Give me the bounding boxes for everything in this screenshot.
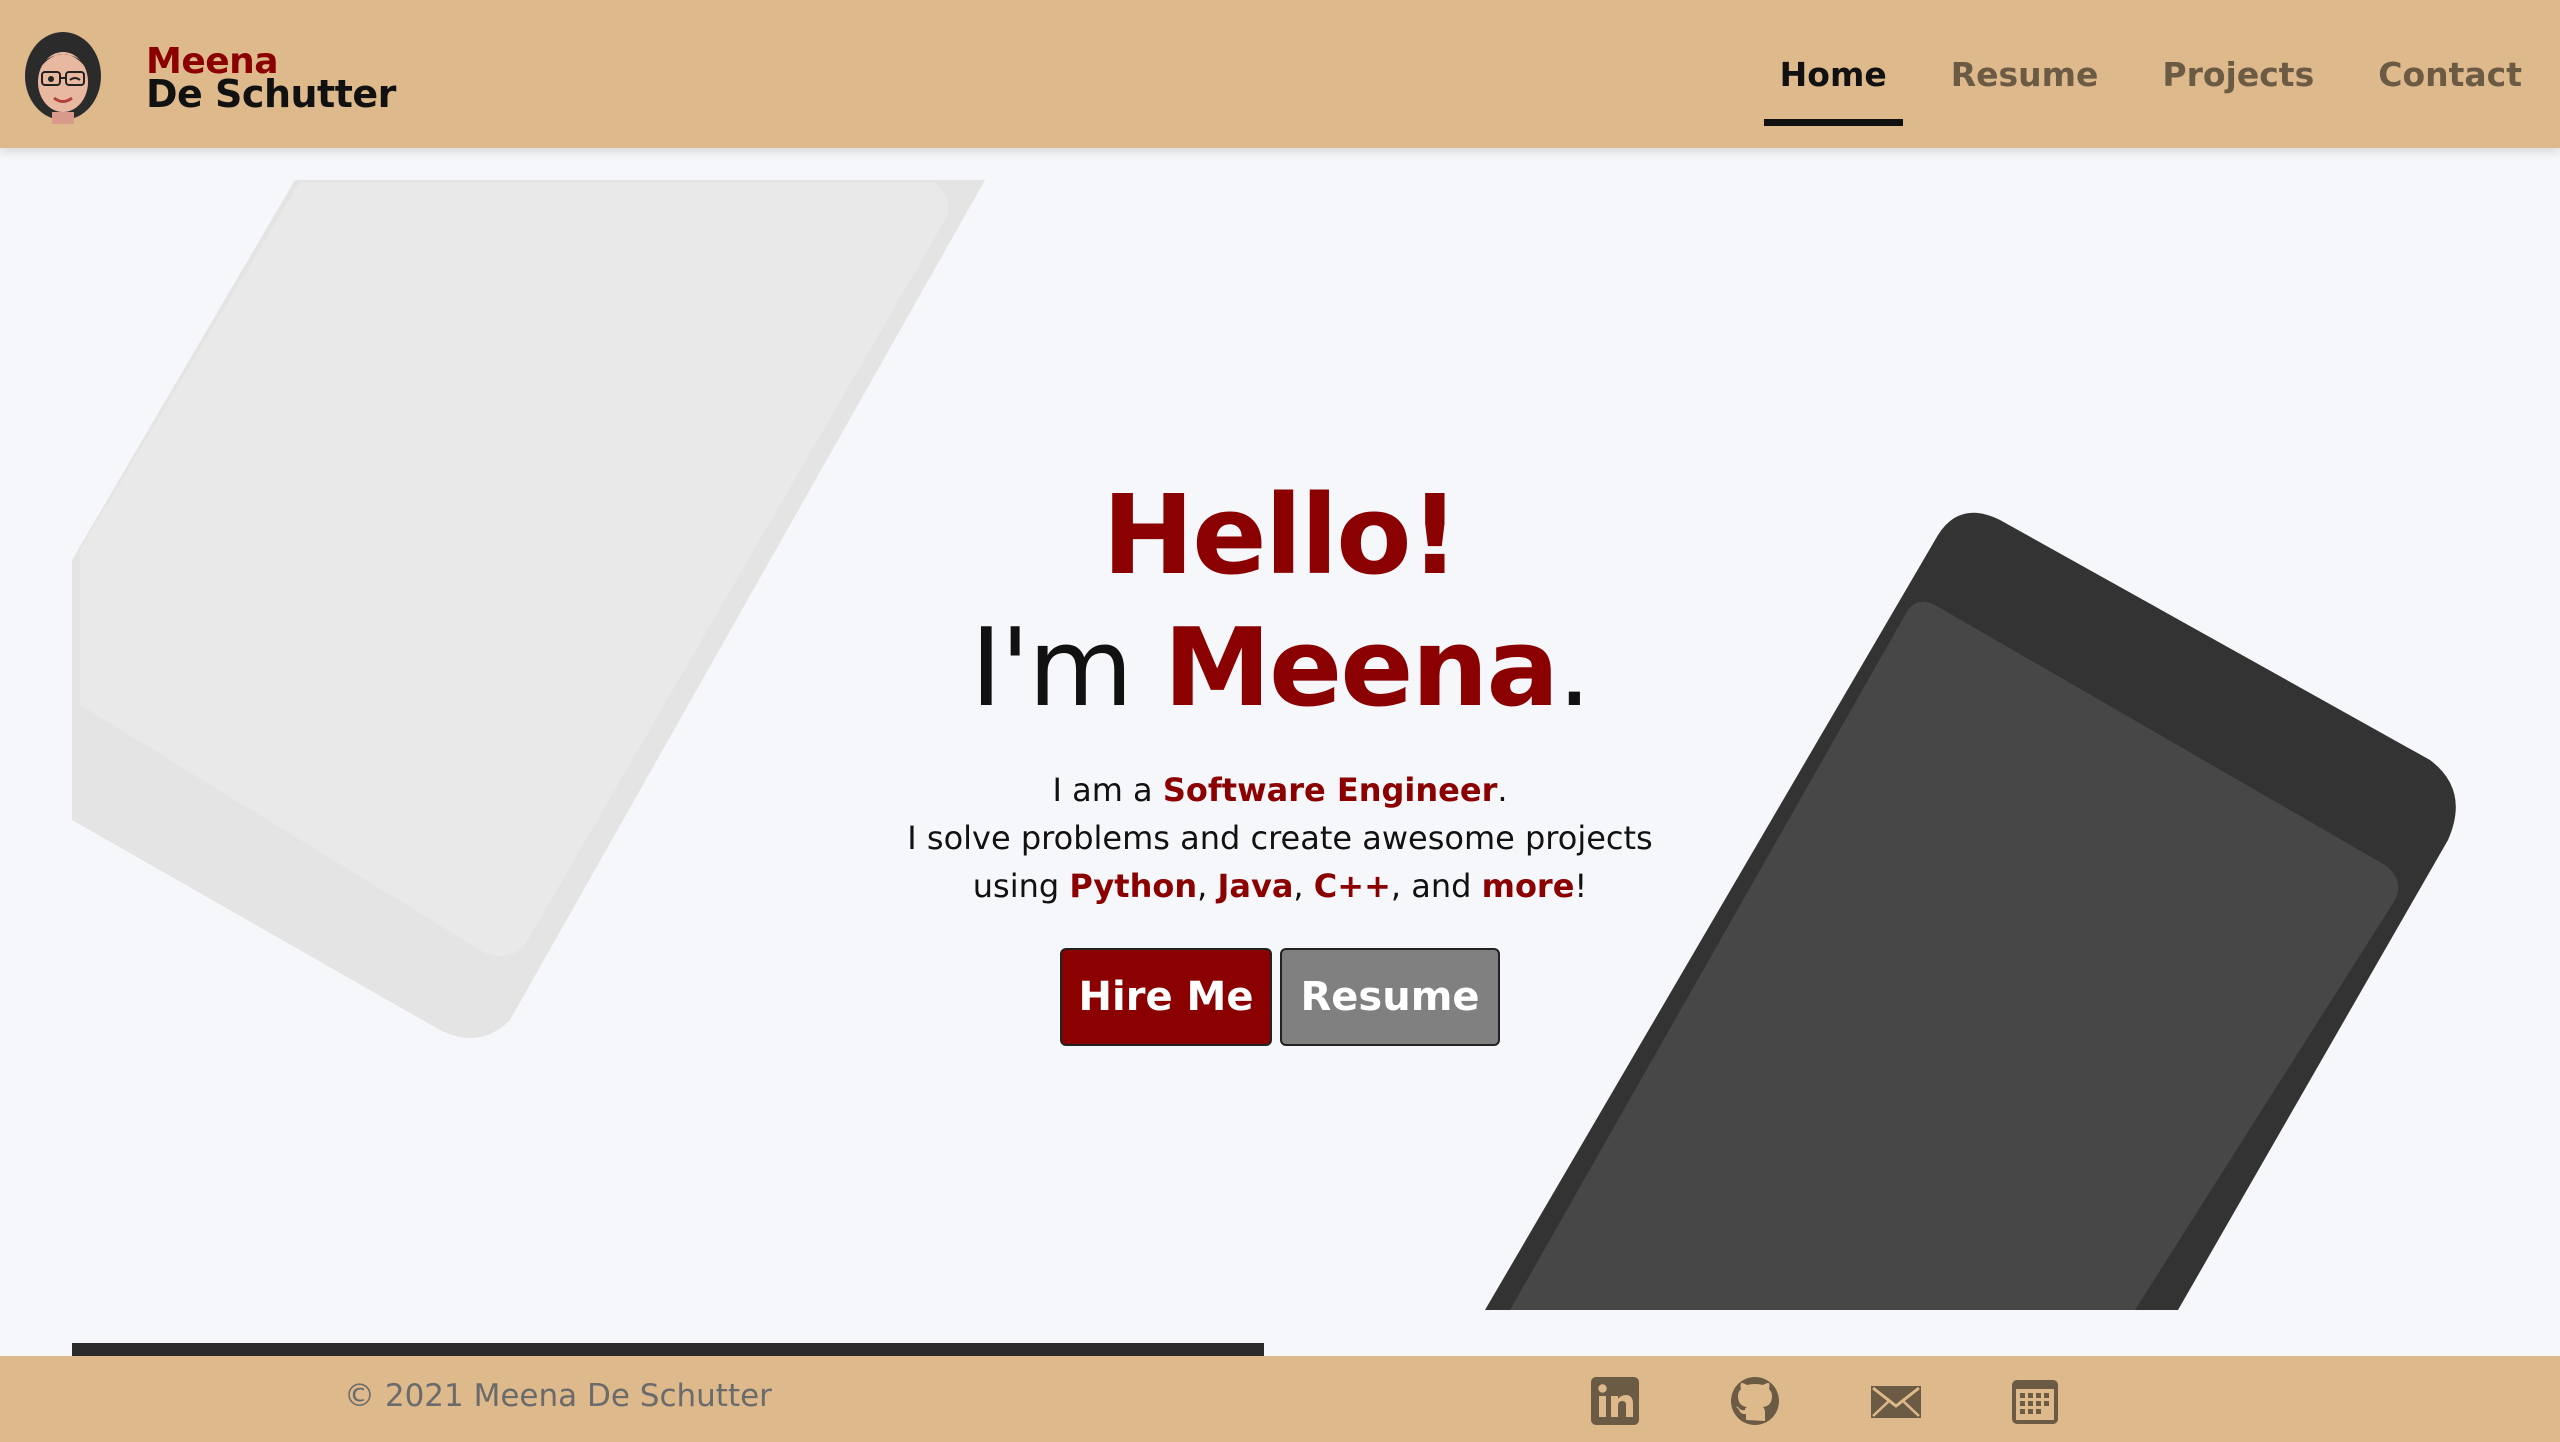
nav-projects[interactable]: Projects [2162,0,2314,148]
resume-button[interactable]: Resume [1280,948,1500,1046]
line1-prefix: I am a [1052,771,1163,809]
email-icon[interactable] [1870,1376,1922,1426]
hero-section: Hello! I'm Meena. I am a Software Engine… [880,470,1680,1046]
divider-bar [72,1343,1264,1356]
nav-resume[interactable]: Resume [1951,0,2099,148]
role-highlight: Software Engineer [1162,771,1498,809]
more-link[interactable]: more [1482,867,1575,905]
brand-last-name: De Schutter [146,72,396,116]
sep-1: , [1197,867,1218,905]
linkedin-icon[interactable] [1590,1376,1640,1426]
line3-prefix: using [972,867,1070,905]
nav-home[interactable]: Home [1763,0,1903,148]
github-icon[interactable] [1730,1376,1780,1426]
intro-name: Meena [1163,606,1560,731]
line1-suffix: . [1497,771,1508,809]
site-header: Meena De Schutter Home Resume Projects C… [0,0,2560,148]
intro-prefix: I'm [970,606,1164,731]
desc-line-2: I solve problems and create awesome proj… [907,819,1653,857]
nav-contact[interactable]: Contact [2378,0,2522,148]
line3-suffix: ! [1574,867,1588,905]
lang-python: Python [1069,867,1198,905]
brand-name[interactable]: Meena De Schutter [146,44,396,116]
hero-buttons: Hire Me Resume [880,948,1680,1046]
sep-3: , and [1390,867,1482,905]
main-nav: Home Resume Projects Contact [1716,0,2522,148]
hero-intro: I'm Meena. [880,600,1680,738]
light-tablet-graphic [72,180,985,1038]
lang-java: Java [1217,867,1294,905]
calendar-icon[interactable] [2010,1376,2060,1426]
hero-greeting: Hello! [1102,471,1460,599]
avatar [25,32,101,124]
sep-2: , [1293,867,1314,905]
hire-me-button[interactable]: Hire Me [1060,948,1272,1046]
desc-line-1: I am a Software Engineer. [880,766,1680,814]
desc-line-3: using Python, Java, C++, and more! [880,862,1680,910]
intro-suffix: . [1557,606,1591,731]
lang-cpp: C++ [1313,867,1391,905]
hero-description: I am a Software Engineer. I solve proble… [880,766,1680,910]
copyright-text: © 2021 Meena De Schutter [344,1378,772,1414]
site-footer: © 2021 Meena De Schutter [0,1356,2560,1442]
